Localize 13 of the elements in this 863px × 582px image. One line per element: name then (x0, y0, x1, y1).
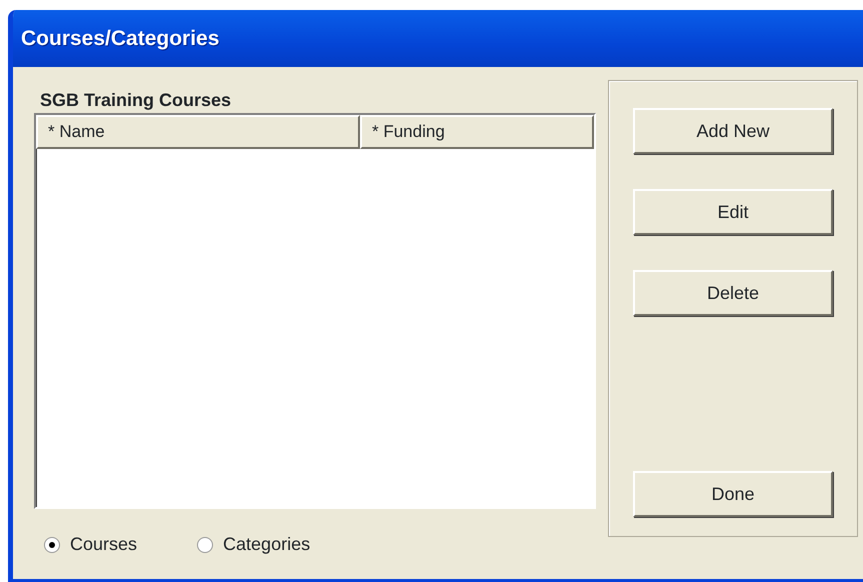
radio-button[interactable] (197, 536, 214, 552)
window-title: Courses/Categories (13, 10, 863, 67)
radio-label[interactable]: Courses (70, 531, 138, 558)
column-header[interactable]: * Name (36, 115, 360, 149)
radio-button[interactable] (44, 536, 60, 552)
dialog-button[interactable]: Add New (633, 108, 833, 154)
group-label: SGB Training Courses (39, 89, 232, 112)
radio-label[interactable]: Categories (223, 531, 310, 558)
dialog-button[interactable]: Edit (633, 189, 833, 235)
dialog-button[interactable]: Delete (633, 270, 833, 316)
course-list[interactable]: * Name * Funding (34, 113, 596, 509)
dialog-button[interactable]: Done (633, 471, 833, 517)
column-header[interactable]: * Funding (360, 115, 594, 149)
